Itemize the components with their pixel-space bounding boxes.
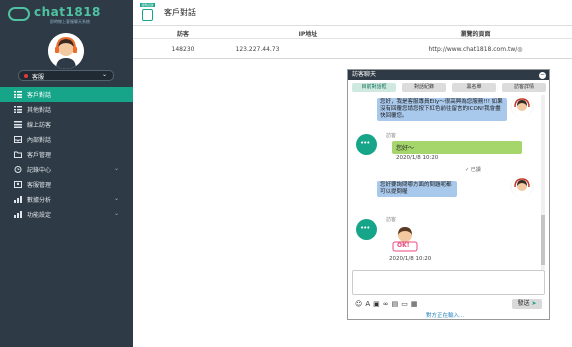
sidebar-item-label: 內部對話 [27,137,52,144]
sidebar-nav: 客戶對話 其他對話 線上訪客 內部對話 客戶管理 記錄中心 ⌄ 客服管理 數據分… [0,87,133,222]
read-receipt: ✓ 已讀 [465,166,481,173]
cell-page-url[interactable]: http://www.chat1818.com.tw/◎ [403,46,548,53]
image-icon[interactable]: ▣ [373,300,380,308]
table-header-row: 訪客 IP地址 瀏覽的頁面 [133,26,572,39]
comment-icon[interactable]: ▭ [401,300,408,308]
sidebar-item-label: 客戶對話 [27,92,52,99]
brand-name: chat1818 [34,5,101,19]
status-selector[interactable]: 客服 ⌄ [18,70,114,81]
sidebar-item-agent-management[interactable]: 客服管理 [0,177,133,192]
sidebar-item-label: 其他對話 [27,107,52,114]
column-header-ip: IP地址 [298,31,318,38]
inbox-icon [14,136,22,143]
list-icon [14,106,22,113]
send-label: 發送 [517,300,530,307]
tab-blacklist[interactable]: 黑名單 [452,83,496,92]
visitor-message: 您好～ [392,141,522,154]
sidebar: chat1818 即時線上客服聊天系統 客服 ⌄ 客戶對話 其他對話 線上訪客 … [0,0,133,347]
message-time: 2020/1/8 10:20 [396,155,439,161]
chat-tabs: 目前對話框 對話紀錄 黑名單 訪客詳情 [352,83,546,92]
chevron-down-icon: ⌄ [113,210,119,217]
sidebar-item-customer-management[interactable]: 客戶管理 [0,147,133,162]
column-header-visitor: 訪客 [176,31,189,38]
sidebar-item-other-chat[interactable]: 其他對話 [0,102,133,117]
visitor-chat-window: 訪客聊天 − 目前對話框 對話紀錄 黑名單 訪客詳情 您好，我是客服專員Elly… [347,69,550,320]
cell-ip: 123.227.44.73 [235,46,280,53]
emoji-icon[interactable]: ☺ [355,300,362,308]
visitor-name: 訪客 [386,217,397,223]
agent-message: 您好，我是客服專員Elly～很高興為您服務!!! 如果沒有回覆您請您按下紅色前往… [377,98,507,121]
screenshot-icon[interactable]: ▦ [411,300,418,308]
page-header: 服務記錄 客戶對話 [133,0,572,26]
typing-indicator: 對方正在輸入... [426,313,465,319]
send-button[interactable]: 發送 ➤ [512,299,542,309]
sidebar-item-internal-chat[interactable]: 內部對話 [0,132,133,147]
send-arrow-icon: ➤ [531,300,537,307]
chat-list-icon [14,91,22,98]
logo-bubble-icon [8,7,30,21]
sidebar-item-label: 功能設定 [27,212,52,219]
cell-visitor-id: 148230 [171,46,195,53]
service-record-caption: 服務記錄 [140,3,155,7]
chevron-down-icon: ⌄ [101,71,107,78]
sidebar-item-data-analysis[interactable]: 數據分析 ⌄ [0,192,133,207]
sidebar-item-label: 數據分析 [27,197,52,204]
column-header-page: 瀏覽的頁面 [460,31,491,38]
document-icon [142,9,153,21]
sidebar-item-label: 記錄中心 [27,167,52,174]
tab-current-chat[interactable]: 目前對話框 [352,83,396,92]
message-time: 2020/1/8 10:20 [389,256,432,262]
chevron-down-icon: ⌄ [113,165,119,172]
user-manage-icon [14,181,22,188]
chat-title: 訪客聊天 [348,70,549,80]
link-icon[interactable]: ∞ [383,300,389,308]
status-dot-icon [24,74,28,78]
chevron-down-icon: ⌄ [113,195,119,202]
agent-avatar-small [510,97,534,117]
visitor-name: 訪客 [386,133,397,139]
visitor-table: 訪客 IP地址 瀏覽的頁面 148230 123.227.44.73 http:… [133,26,572,59]
bar-chart-icon [14,196,22,203]
tab-chat-history[interactable]: 對話紀錄 [402,83,446,92]
table-row[interactable]: 148230 123.227.44.73 http://www.chat1818… [133,39,572,59]
visitor-avatar-icon [356,219,377,240]
status-label: 客服 [32,74,45,81]
logo: chat1818 即時線上客服聊天系統 [6,4,128,26]
chat-messages: 您好，我是客服專員Elly～很高興為您服務!!! 如果沒有回覆您請您按下紅色前往… [352,95,545,270]
agent-message: 您好要詢問哪方面的問題呢都可以提問喔 [377,181,457,197]
settings-icon [14,211,22,218]
sticker-text: OK! [397,242,410,249]
chat-scrollbar[interactable] [541,95,545,270]
agent-avatar[interactable] [48,33,84,69]
sidebar-item-settings[interactable]: 功能設定 ⌄ [0,207,133,222]
font-icon[interactable]: A [365,300,370,308]
read-label: 已讀 [470,167,481,173]
ok-sticker: OK! [390,225,420,253]
sidebar-item-label: 線上訪客 [27,122,52,129]
agent-avatar-small [510,177,534,197]
folder-icon [14,151,22,158]
scrollbar-thumb[interactable] [541,215,545,265]
file-icon[interactable]: ▤ [392,300,399,308]
chat-toolbar: ☺ A ▣ ∞ ▤ ▭ ▦ [355,299,475,308]
service-record-icon[interactable]: 服務記錄 [140,3,155,22]
visitor-list-icon [14,121,22,128]
tab-visitor-details[interactable]: 訪客詳情 [502,83,546,92]
sidebar-item-customer-chat[interactable]: 客戶對話 [0,87,133,102]
message-input[interactable] [352,270,545,295]
sidebar-item-record-center[interactable]: 記錄中心 ⌄ [0,162,133,177]
minimize-icon[interactable]: − [539,72,546,79]
check-icon: ✓ [465,167,470,173]
sidebar-item-label: 客服管理 [27,182,52,189]
page-title: 客戶對話 [164,8,196,17]
clock-icon [14,166,22,173]
sidebar-item-online-visitors[interactable]: 線上訪客 [0,117,133,132]
visitor-avatar-icon [356,134,377,155]
brand-tagline: 即時線上客服聊天系統 [50,19,90,24]
app-root: chat1818 即時線上客服聊天系統 客服 ⌄ 客戶對話 其他對話 線上訪客 … [0,0,572,347]
sidebar-item-label: 客戶管理 [27,152,52,159]
